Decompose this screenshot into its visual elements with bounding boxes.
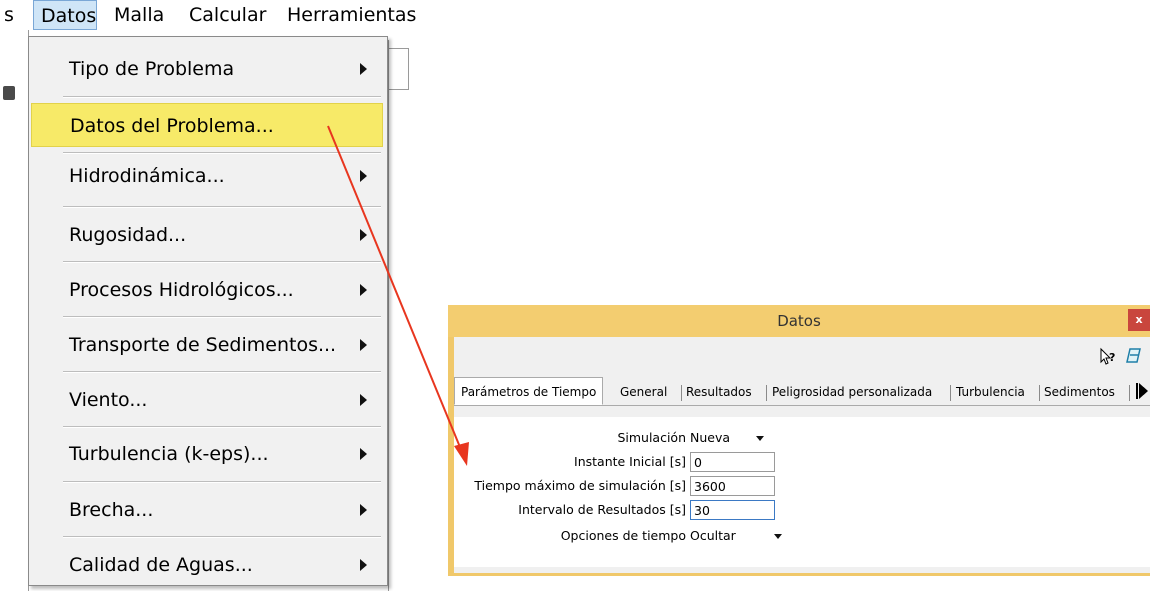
menu-item-label: Calidad de Aguas... <box>69 554 253 576</box>
menu-separator <box>63 481 381 483</box>
menu-item-label: Hidrodinámica... <box>69 165 225 187</box>
tab-parametros-tiempo[interactable]: Parámetros de Tiempo <box>454 377 604 405</box>
chevron-down-icon[interactable] <box>774 534 782 539</box>
dialog-title: Datos <box>777 312 821 330</box>
dialog-body: ? Parámetros de Tiempo General Resultado… <box>454 337 1150 573</box>
tab-divider <box>681 385 682 401</box>
time-parameters-form: Simulación Nueva Instante Inicial [s] 0 … <box>454 417 1150 567</box>
menu-separator <box>63 536 381 538</box>
submenu-arrow-icon <box>360 170 367 182</box>
menu-separator <box>63 316 381 318</box>
submenu-arrow-icon <box>360 63 367 75</box>
menu-item-label: Rugosidad... <box>69 224 187 246</box>
window-edge <box>388 40 389 591</box>
tab-resultados[interactable]: Resultados <box>686 380 752 404</box>
tab-divider <box>1129 385 1130 401</box>
datos-dropdown-menu: Tipo de Problema Datos del Problema... H… <box>28 36 388 586</box>
menu-item-datos-problema[interactable]: Datos del Problema... <box>31 103 383 147</box>
menu-bar: s Datos Malla Calcular Herramientas <box>0 0 416 30</box>
menu-datos[interactable]: Datos <box>33 0 97 30</box>
tab-peligrosidad[interactable]: Peligrosidad personalizada <box>772 380 932 404</box>
tab-scroll-right-icon[interactable] <box>1139 383 1148 399</box>
tab-divider <box>950 385 951 401</box>
menu-item-label: Tipo de Problema <box>69 58 235 80</box>
menu-item-label: Procesos Hidrológicos... <box>69 279 294 301</box>
menu-malla[interactable]: Malla <box>114 0 164 30</box>
menu-item-brecha[interactable]: Brecha... <box>31 488 383 532</box>
tab-general[interactable]: General <box>620 380 667 404</box>
menu-item-label: Transporte de Sedimentos... <box>69 334 337 356</box>
menu-separator <box>63 96 381 98</box>
menu-item-label: Datos del Problema... <box>70 115 274 137</box>
menu-item-calidad-aguas[interactable]: Calidad de Aguas... <box>31 543 383 587</box>
menu-item-tipo-problema[interactable]: Tipo de Problema <box>31 47 383 91</box>
toolbar-icon <box>3 86 15 100</box>
tab-divider <box>1039 385 1040 401</box>
tiempo-maximo-label: Tiempo máximo de simulación [s] <box>474 478 686 493</box>
menu-item-turbulencia[interactable]: Turbulencia (k-eps)... <box>31 432 383 476</box>
menu-item-viento[interactable]: Viento... <box>31 378 383 422</box>
menu-separator <box>63 261 381 263</box>
context-help-icon[interactable]: ? <box>1098 347 1118 367</box>
close-button[interactable]: x <box>1128 309 1150 331</box>
menu-partial-item[interactable]: s <box>4 0 14 30</box>
tab-turbulencia[interactable]: Turbulencia <box>956 380 1025 404</box>
menu-separator <box>63 206 381 208</box>
instante-inicial-input[interactable]: 0 <box>690 452 775 472</box>
menu-item-label: Turbulencia (k-eps)... <box>69 443 269 465</box>
menu-separator <box>63 371 381 373</box>
submenu-arrow-icon <box>360 504 367 516</box>
intervalo-resultados-input[interactable]: 30 <box>690 500 775 520</box>
opciones-tiempo-select[interactable]: Ocultar <box>690 525 736 547</box>
menu-item-hidrodinamica[interactable]: Hidrodinámica... <box>31 154 383 198</box>
submenu-arrow-icon <box>360 229 367 241</box>
instante-inicial-label: Instante Inicial [s] <box>574 454 686 469</box>
svg-text:?: ? <box>1109 351 1115 364</box>
menu-item-rugosidad[interactable]: Rugosidad... <box>31 213 383 257</box>
submenu-arrow-icon <box>360 339 367 351</box>
datos-dialog: Datos x ? Parámetros de Tiempo General R… <box>448 305 1150 576</box>
submenu-arrow-icon <box>360 448 367 460</box>
simulacion-label: Simulación <box>617 430 686 445</box>
menu-separator <box>63 426 381 428</box>
intervalo-resultados-label: Intervalo de Resultados [s] <box>518 502 686 517</box>
submenu-arrow-icon <box>360 284 367 296</box>
dialog-titlebar[interactable]: Datos x <box>448 305 1150 337</box>
tab-sedimentos[interactable]: Sedimentos <box>1044 380 1115 404</box>
app-window-edge <box>0 30 29 591</box>
eraser-icon[interactable] <box>1124 346 1144 366</box>
submenu-arrow-icon <box>360 559 367 571</box>
tab-scroll-bar <box>1136 383 1138 399</box>
tiempo-maximo-input[interactable]: 3600 <box>690 476 775 496</box>
menu-item-label: Brecha... <box>69 499 154 521</box>
submenu-arrow-icon <box>360 394 367 406</box>
simulacion-select[interactable]: Nueva <box>690 427 730 449</box>
opciones-tiempo-label: Opciones de tiempo <box>560 528 686 543</box>
menu-item-transporte-sedimentos[interactable]: Transporte de Sedimentos... <box>31 323 383 367</box>
tab-divider <box>766 385 767 401</box>
menu-herramientas[interactable]: Herramientas <box>287 0 416 30</box>
menu-calcular[interactable]: Calcular <box>189 0 266 30</box>
chevron-down-icon[interactable] <box>756 436 764 441</box>
tab-strip: Parámetros de Tiempo General Resultados … <box>454 377 1150 406</box>
menu-item-procesos-hidrologicos[interactable]: Procesos Hidrológicos... <box>31 268 383 312</box>
menu-item-label: Viento... <box>69 389 148 411</box>
